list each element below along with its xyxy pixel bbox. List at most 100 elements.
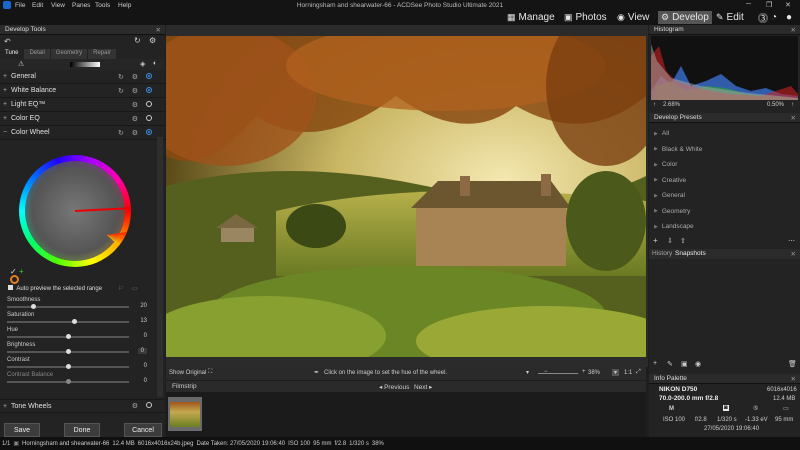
maximize-icon[interactable]: ❐ [766,1,772,9]
group-color-wheel-icons[interactable]: ↻ ⚙ [118,128,152,137]
brush-mask-icon[interactable]: ◈ [140,60,145,68]
tab-snapshots[interactable]: Snapshots [675,250,706,257]
color-wheel[interactable] [19,155,139,267]
clip-high-icon[interactable]: ↑ [791,102,794,108]
more-icon[interactable]: ⋯ [788,237,795,245]
slider-value[interactable]: 20 [140,303,147,309]
help-icon[interactable]: ⚐ [118,285,123,292]
group-tone-wheels-icons[interactable]: ⚙ [132,402,152,410]
close-icon[interactable]: ✕ [791,375,796,383]
slider-value[interactable]: 13 [140,318,147,324]
trash-icon[interactable]: 🗑 [788,360,797,368]
close-icon[interactable]: ✕ [791,26,796,34]
save-button[interactable]: Save [4,423,40,437]
export-icon[interactable]: ⇧ [680,237,686,245]
checkbox-checked-icon[interactable] [8,285,13,290]
tab-tune[interactable]: Tune [0,49,25,59]
settings-icon[interactable]: ⚙ [149,36,156,45]
slider-knob[interactable] [71,319,77,324]
preset-general[interactable]: ▶ General [649,188,800,204]
365-icon[interactable]: ⓷ [758,11,768,25]
close-icon[interactable]: ✕ [791,250,796,258]
slider-value[interactable]: 0 [144,378,147,384]
gradient-icon[interactable] [70,62,100,67]
reset-icon[interactable]: ↻ [134,36,141,45]
enabled-radio-icon[interactable] [146,128,152,135]
warning-icon[interactable]: ⚠ [18,60,24,68]
enabled-radio-icon[interactable] [146,72,152,79]
selected-range-wedge[interactable] [75,203,139,267]
previous-button[interactable]: ◂ Previous [379,383,409,391]
done-button[interactable]: Done [64,423,100,437]
enabled-radio-icon[interactable] [146,86,152,93]
snapshot-add-icon[interactable]: + [653,360,657,367]
group-tone-wheels[interactable]: + Tone Wheels ⚙ [0,399,165,413]
slider-knob[interactable] [66,349,71,354]
zoom-value[interactable]: 38% [588,370,600,376]
clip-low-icon[interactable]: ↑ [653,102,656,108]
zoom-minus-icon[interactable]: − [544,369,548,375]
preset-creative[interactable]: ▶ Creative [649,173,800,189]
group-general[interactable]: + General ↻ ⚙ [0,70,165,84]
eyedropper-icon[interactable]: ✒ [314,369,319,376]
add-color-icon[interactable]: + [19,267,24,276]
fit-icon[interactable]: ⤢ [636,369,641,376]
cancel-button[interactable]: Cancel [124,423,162,437]
group-white-balance[interactable]: + White Balance ↻ ⚙ [0,84,165,98]
close-icon[interactable]: ✕ [791,114,796,122]
slider-knob[interactable] [66,364,71,369]
slider-value[interactable]: 0 [144,363,147,369]
slider-track[interactable] [7,321,129,323]
slider-knob[interactable] [66,334,71,339]
group-white-balance-icons[interactable]: ↻ ⚙ [118,86,152,95]
slider-smoothness[interactable]: Smoothness 20 [7,297,147,309]
group-color-eq-icons[interactable]: ⚙ [132,114,152,123]
slider-contrast-balance[interactable]: Contrast Balance 0 [7,372,147,384]
minimize-icon[interactable]: ─ [746,1,751,8]
actual-size-button[interactable]: 1:1 [624,370,632,376]
slider-track[interactable] [7,306,129,308]
zoom-dropdown-icon[interactable]: ▾ [526,369,529,376]
dropper-icon[interactable]: ▭ [132,285,138,292]
mode-view-button[interactable]: ◉ View [617,11,649,24]
zoom-plus-icon[interactable]: + [582,369,586,375]
slider-value[interactable]: 0 [144,333,147,339]
slider-contrast[interactable]: Contrast 0 [7,357,147,369]
disabled-radio-icon[interactable] [146,100,152,107]
slider-knob[interactable] [66,379,71,384]
tab-geometry[interactable]: Geometry [50,49,89,59]
adjust-icon[interactable]: ◐ [153,60,157,67]
add-preset-icon[interactable]: + [653,236,658,245]
preset-black-white[interactable]: ▶ Black & White [649,142,800,158]
preset-color[interactable]: ▶ Color [649,157,800,173]
filmstrip-thumbnail[interactable] [168,397,202,431]
dashboard-icon[interactable]: ◔ [771,11,777,24]
slider-value[interactable]: 0 [137,348,147,354]
mode-photos-button[interactable]: ▣ Photos [564,11,607,24]
group-general-icons[interactable]: ↻ ⚙ [118,72,152,81]
group-light-eq-icons[interactable]: ⚙ [132,100,152,109]
pin-icon[interactable]: ✕ [156,26,161,34]
tab-repair[interactable]: Repair [88,49,117,59]
snapshot-view-icon[interactable]: ◉ [695,360,701,368]
mode-develop-button[interactable]: ⚙ Develop [658,11,712,24]
zoom-menu-icon[interactable]: ▾ [612,369,620,376]
disabled-radio-icon[interactable] [146,114,152,121]
slider-saturation[interactable]: Saturation 13 [7,312,147,324]
snapshot-copy-icon[interactable]: ▣ [681,360,688,368]
mode-edit-button[interactable]: ✎ Edit [716,11,744,24]
eyedropper-target-icon[interactable] [10,275,19,284]
next-button[interactable]: Next ▸ [414,383,432,391]
user-icon[interactable]: ● [786,11,792,24]
slider-knob[interactable] [30,304,36,309]
main-photo[interactable] [166,36,646,357]
group-color-wheel[interactable]: − Color Wheel ↻ ⚙ [0,126,165,140]
slider-brightness[interactable]: Brightness 0 [7,342,147,354]
snapshot-edit-icon[interactable]: ✎ [667,360,673,368]
slider-hue[interactable]: Hue 0 [7,327,147,339]
close-icon[interactable]: ✕ [785,1,791,9]
preset-all[interactable]: ▶ All [649,126,800,142]
tab-history[interactable]: History [652,250,672,257]
fullscreen-icon[interactable]: ⛶ [208,369,212,376]
disabled-radio-icon[interactable] [146,402,152,408]
